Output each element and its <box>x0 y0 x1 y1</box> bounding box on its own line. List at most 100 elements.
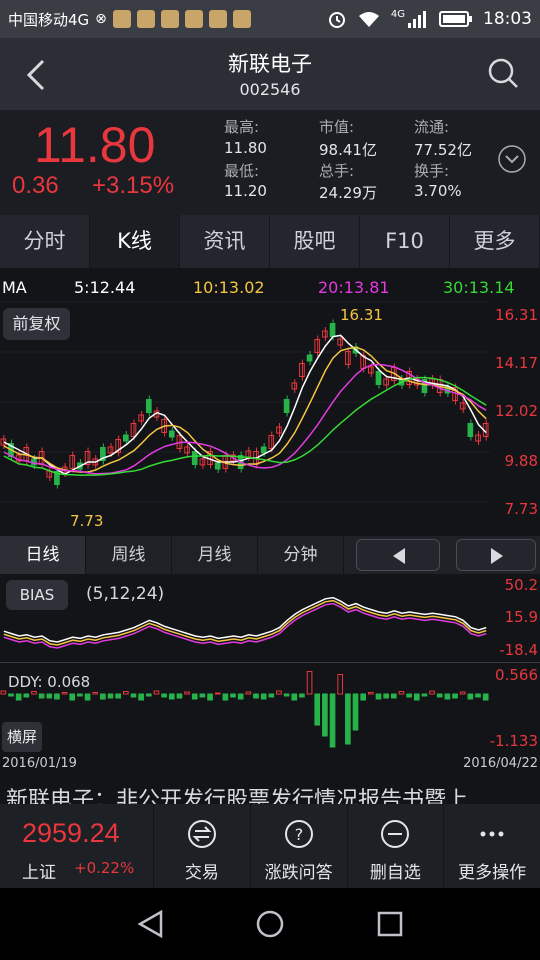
system-recents-icon[interactable] <box>376 910 404 938</box>
index-widget[interactable]: 2959.24 上证 +0.22% <box>0 804 154 888</box>
ddy-bar <box>38 693 45 699</box>
candle-body <box>168 430 175 438</box>
ddy-bar <box>153 690 160 695</box>
ma5-line <box>3 334 487 475</box>
end-date: 2016/04/22 <box>463 756 538 771</box>
tab-forum[interactable]: 股吧 <box>270 215 360 268</box>
ddy-bar <box>184 691 190 695</box>
bias-line-5 <box>3 596 487 643</box>
turnover-value: 3.70% <box>414 182 462 200</box>
ddy-bar <box>145 693 152 697</box>
ddy-bar <box>467 693 474 700</box>
chart-area[interactable]: MA 5:12.44 10:13.02 20:13.81 30:13.14 前复… <box>0 268 540 804</box>
ddy-bar <box>352 693 359 731</box>
high-label: 最高: <box>224 118 260 136</box>
ddy-bar <box>69 693 76 701</box>
period-daily[interactable]: 日线 <box>0 536 86 574</box>
clock-label: 18:03 <box>483 9 532 29</box>
trade-button[interactable]: 交易 <box>154 804 251 888</box>
min-price-annotation: 7.73 <box>70 512 104 530</box>
ma10-line <box>3 346 487 473</box>
ddy-bar <box>214 692 221 695</box>
landscape-button[interactable]: 横屏 <box>2 722 42 752</box>
period-weekly[interactable]: 周线 <box>86 536 172 574</box>
remove-watchlist-button[interactable]: 删自选 <box>348 804 445 888</box>
svg-text:?: ? <box>294 825 303 844</box>
right-triangle-icon <box>491 548 503 564</box>
news-headline[interactable]: 新联电子：非公开发行股票发行情况报告书暨上 <box>6 782 468 804</box>
y-tick: 12.02 <box>495 402 538 420</box>
float-cap-label: 流通: <box>414 118 450 136</box>
remove-icon <box>381 820 410 848</box>
search-icon[interactable] <box>486 56 520 90</box>
volume-value: 24.29万 <box>319 184 377 202</box>
ddy-bar <box>482 693 489 701</box>
system-back-icon[interactable] <box>136 909 166 939</box>
news-ticker[interactable]: 新联电子：非公开发行股票发行情况报告书暨上 <box>0 774 540 804</box>
ddy-bar <box>268 693 275 698</box>
ddy-bar <box>413 693 420 701</box>
max-price-annotation: 16.31 <box>340 306 383 324</box>
ddy-bar <box>84 693 91 701</box>
date-range: 2016/01/19 2016/04/22 <box>0 752 540 774</box>
ma20-label: 20:13.81 <box>318 278 390 297</box>
ma30-label: 30:13.14 <box>443 278 515 297</box>
y-tick: 16.31 <box>495 306 538 324</box>
ddy-bar <box>100 693 106 700</box>
low-value: 11.20 <box>224 182 267 200</box>
index-value: 2959.24 <box>22 818 120 848</box>
tab-timeshare[interactable]: 分时 <box>0 215 90 268</box>
ddy-bar <box>329 693 336 748</box>
volume-label: 总手: <box>319 162 355 180</box>
candle-body <box>145 399 152 413</box>
ddy-bar <box>452 693 458 699</box>
period-minute[interactable]: 分钟 <box>258 536 344 574</box>
ddy-bar <box>176 693 183 699</box>
ddy-bar <box>92 692 99 695</box>
ddy-bar <box>390 693 397 699</box>
price-change-percent: +3.15% <box>92 172 175 199</box>
ddy-bar <box>322 693 328 737</box>
y-tick: 7.73 <box>504 500 538 518</box>
tab-kline[interactable]: K线 <box>90 215 180 268</box>
ddy-bar <box>23 693 30 698</box>
ddy-bar <box>291 693 298 701</box>
ddy-bar <box>383 693 389 699</box>
ddy-bar <box>207 693 213 701</box>
ddy-bar <box>345 693 351 745</box>
market-cap-label: 市值: <box>319 118 355 136</box>
ddy-bar <box>222 693 229 701</box>
ddy-bar <box>283 693 290 697</box>
nav-bar: 新联电子 002546 <box>0 38 540 110</box>
tab-more[interactable]: 更多 <box>450 215 540 268</box>
ddy-bar <box>398 691 405 695</box>
candle-body <box>260 446 267 454</box>
ddy-bar <box>368 692 374 695</box>
app-notification-icon <box>232 10 251 28</box>
qa-button[interactable]: ? 涨跌问答 <box>251 804 348 888</box>
stock-code: 002546 <box>239 80 301 99</box>
period-monthly[interactable]: 月线 <box>172 536 258 574</box>
system-home-icon[interactable] <box>255 909 285 939</box>
ddy-bar <box>406 693 412 698</box>
ddy-bar <box>8 693 14 697</box>
high-value: 11.80 <box>224 139 267 157</box>
prev-button[interactable] <box>356 539 440 571</box>
expand-chevron-icon[interactable] <box>497 144 527 174</box>
quote-panel: 11.80 0.36 +3.15% 最高: 11.80 最低: 11.20 市值… <box>0 110 540 215</box>
ddy-bar <box>436 693 443 698</box>
ddy-bar <box>0 690 7 695</box>
candle-body <box>123 434 129 442</box>
app-notification-icon <box>136 10 155 28</box>
more-actions-button[interactable]: 更多操作 <box>444 804 540 888</box>
app-notification-icon <box>160 10 179 28</box>
next-button[interactable] <box>456 539 536 571</box>
candle-body <box>375 371 382 385</box>
ddy-bar <box>299 693 305 698</box>
tab-bar: 分时 K线 资讯 股吧 F10 更多 <box>0 215 540 268</box>
tab-f10[interactable]: F10 <box>360 215 450 268</box>
candle-body <box>306 354 313 362</box>
trade-icon <box>187 820 216 848</box>
tab-news[interactable]: 资讯 <box>180 215 270 268</box>
ddy-bar <box>306 671 313 695</box>
